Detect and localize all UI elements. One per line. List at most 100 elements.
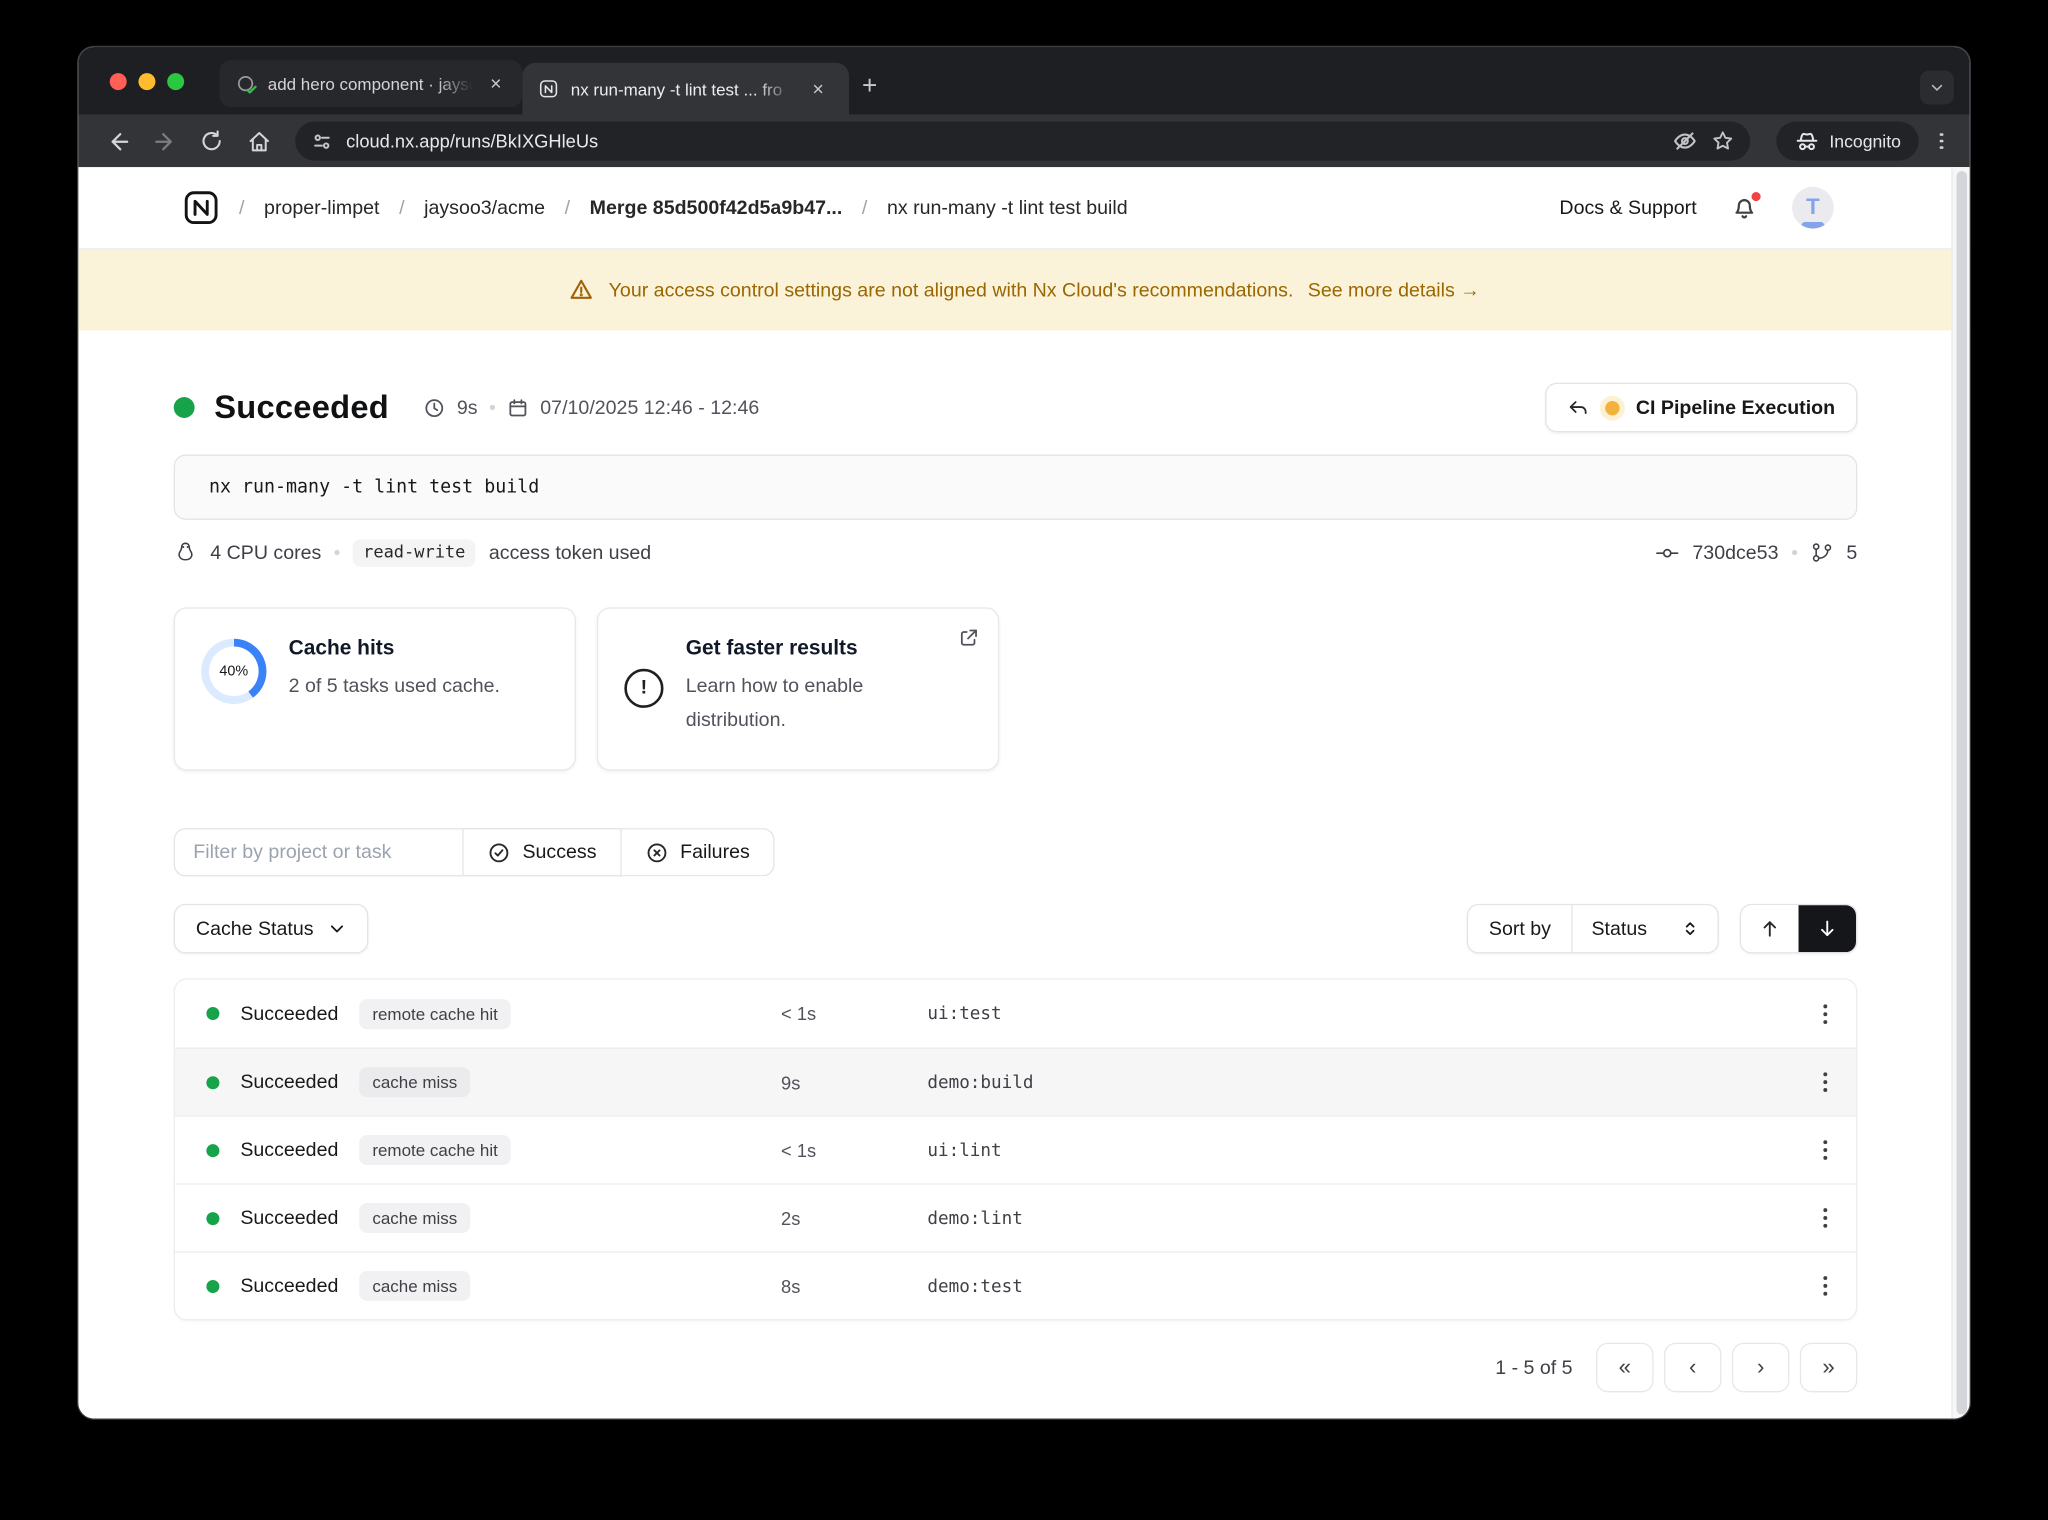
new-tab-button[interactable]: + — [862, 72, 877, 102]
sort-descending-button[interactable] — [1798, 905, 1856, 953]
get-faster-results-card[interactable]: ! Get faster results Learn how to enable… — [596, 607, 1000, 771]
forward-arrow-icon — [154, 132, 172, 150]
table-row[interactable]: Succeeded cache miss 8s demo:test — [175, 1251, 1856, 1319]
clock-icon — [423, 396, 445, 418]
table-row[interactable]: Succeeded remote cache hit < 1s ui:test — [175, 980, 1856, 1048]
row-menu-button[interactable] — [1813, 1130, 1856, 1170]
table-row[interactable]: Succeeded remote cache hit < 1s ui:lint — [175, 1115, 1856, 1183]
row-task[interactable]: ui:lint — [927, 1140, 1780, 1161]
row-duration: 9s — [781, 1071, 801, 1093]
cache-status-dropdown[interactable]: Cache Status — [173, 903, 369, 954]
incognito-badge: Incognito — [1775, 121, 1920, 161]
check-circle-icon — [487, 840, 511, 864]
page-scrollbar[interactable] — [1951, 167, 1970, 1419]
chevron-down-icon — [328, 920, 346, 938]
breadcrumb-workspace[interactable]: proper-limpet — [264, 197, 379, 219]
row-menu-button[interactable] — [1813, 993, 1856, 1033]
row-duration: 8s — [781, 1275, 801, 1297]
breadcrumb-repo[interactable]: jaysoo3/acme — [424, 197, 545, 219]
browser-tab-pr[interactable]: add hero component · jaysoo × — [219, 60, 523, 108]
status-dot — [206, 1211, 220, 1225]
tabs: add hero component · jaysoo × nx run-man… — [209, 47, 877, 115]
commit-sha[interactable]: 730dce53 — [1692, 541, 1778, 563]
run-details: Succeeded 9s 07/10/2025 12:46 - 12:46 CI… — [78, 330, 1969, 1393]
nx-cloud-logo-icon[interactable] — [183, 189, 220, 226]
external-link-icon — [957, 627, 979, 649]
breadcrumb-run[interactable]: nx run-many -t lint test build — [887, 197, 1128, 219]
commit-icon — [1655, 540, 1680, 565]
breadcrumb-commit[interactable]: Merge 85d500f42d5a9b47... — [590, 197, 843, 219]
access-control-warning-banner: Your access control settings are not ali… — [78, 249, 1970, 331]
docs-support-link[interactable]: Docs & Support — [1559, 197, 1696, 219]
avatar[interactable]: T — [1792, 186, 1834, 229]
filter-input[interactable] — [173, 828, 464, 877]
reload-icon — [202, 130, 221, 151]
arrow-down-icon — [1821, 920, 1834, 937]
ci-pipeline-execution-button[interactable]: CI Pipeline Execution — [1545, 382, 1858, 433]
tab-title: nx run-many -t lint test ... fro — [570, 79, 783, 99]
home-icon — [248, 131, 269, 151]
notifications-bell-icon[interactable] — [1731, 190, 1762, 221]
close-tab-icon[interactable]: × — [807, 78, 829, 100]
row-status: Succeeded — [240, 1206, 339, 1230]
cache-hits-donut-chart: 40% — [201, 638, 267, 704]
branch-count[interactable]: 5 — [1846, 541, 1857, 563]
row-menu-button[interactable] — [1813, 1198, 1856, 1238]
cache-hits-subtitle: 2 of 5 tasks used cache. — [288, 675, 500, 698]
scrollbar-thumb[interactable] — [1955, 171, 1967, 1415]
close-tab-icon[interactable]: × — [485, 72, 507, 94]
run-duration: 9s — [456, 396, 478, 419]
previous-page-button[interactable]: ‹ — [1664, 1342, 1722, 1393]
warning-triangle-icon — [568, 277, 594, 303]
browser-menu-button[interactable] — [1932, 125, 1951, 158]
reload-button[interactable] — [191, 120, 233, 162]
address-bar[interactable]: cloud.nx.app/runs/BkIXGHleUs — [295, 121, 1750, 161]
filter-failures-button[interactable]: Failures — [621, 828, 775, 877]
row-menu-button[interactable] — [1813, 1062, 1856, 1102]
last-page-button[interactable]: » — [1799, 1342, 1858, 1393]
calendar-icon — [506, 396, 528, 418]
first-page-button[interactable]: « — [1596, 1342, 1654, 1393]
undo-arrow-icon — [1568, 396, 1590, 418]
row-task[interactable]: demo:test — [927, 1275, 1780, 1296]
row-task[interactable]: ui:test — [927, 1003, 1780, 1024]
breadcrumb: / proper-limpet / jaysoo3/acme / Merge 8… — [183, 189, 1128, 226]
eye-off-icon[interactable] — [1671, 128, 1697, 154]
row-status: Succeeded — [240, 1274, 339, 1297]
pr-check-favicon-icon — [235, 73, 257, 94]
cache-badge: remote cache hit — [359, 1135, 511, 1166]
browser-tab-nx-run[interactable]: nx run-many -t lint test ... fro × — [522, 62, 849, 115]
forward-button[interactable] — [144, 120, 186, 162]
url-text[interactable]: cloud.nx.app/runs/BkIXGHleUs — [346, 131, 1658, 152]
home-button[interactable] — [238, 120, 280, 162]
minimize-window-button[interactable] — [138, 72, 156, 90]
table-row[interactable]: Succeeded cache miss 9s demo:build — [175, 1047, 1856, 1116]
next-page-button[interactable]: › — [1731, 1342, 1790, 1393]
incognito-label: Incognito — [1829, 131, 1901, 151]
filter-success-button[interactable]: Success — [463, 828, 622, 877]
tab-search-button[interactable] — [1920, 70, 1954, 105]
tab-title: add hero component · jaysoo — [267, 73, 474, 94]
row-task[interactable]: demo:build — [927, 1072, 1780, 1093]
browser-window: add hero component · jaysoo × nx run-man… — [78, 47, 1970, 1419]
close-window-button[interactable] — [109, 72, 127, 90]
cache-badge: remote cache hit — [359, 998, 511, 1029]
banner-see-more-link[interactable]: See more details → — [1308, 279, 1480, 301]
site-header: / proper-limpet / jaysoo3/acme / Merge 8… — [78, 167, 1970, 250]
sort-ascending-button[interactable] — [1741, 905, 1799, 953]
sort-field-value: Status — [1591, 917, 1648, 940]
bookmark-star-icon[interactable] — [1711, 129, 1735, 153]
traffic-lights — [109, 47, 185, 115]
faster-results-subtitle: Learn how to enable distribution. — [685, 675, 864, 732]
row-menu-button[interactable] — [1813, 1266, 1856, 1306]
back-button[interactable] — [97, 120, 139, 162]
table-row[interactable]: Succeeded cache miss 2s demo:lint — [175, 1183, 1856, 1251]
site-settings-icon[interactable] — [311, 130, 333, 152]
sort-field-select[interactable]: Status — [1573, 905, 1717, 952]
run-status-row: Succeeded 9s 07/10/2025 12:46 - 12:46 CI… — [173, 382, 1858, 433]
ci-pipeline-label: CI Pipeline Execution — [1635, 396, 1836, 419]
cache-badge: cache miss — [359, 1067, 471, 1098]
row-status: Succeeded — [240, 1138, 339, 1162]
row-task[interactable]: demo:lint — [927, 1208, 1780, 1229]
zoom-window-button[interactable] — [167, 72, 185, 90]
